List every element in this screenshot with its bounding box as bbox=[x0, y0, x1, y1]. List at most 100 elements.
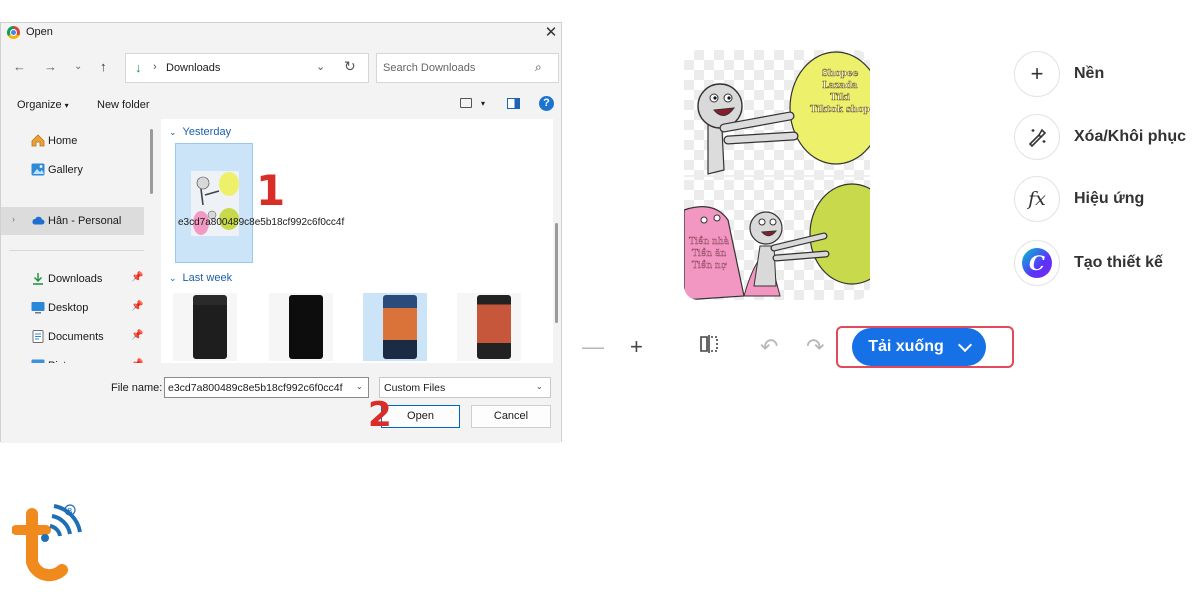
sidebar-item-label: Gallery bbox=[48, 164, 83, 176]
close-button[interactable]: ✕ bbox=[541, 23, 561, 43]
download-button-label: Tải xuống bbox=[868, 338, 944, 355]
address-dropdown-chevron-icon[interactable]: ⌄ bbox=[316, 60, 325, 73]
file-type-select[interactable]: Custom Files ⌄ bbox=[379, 377, 551, 398]
view-mode-caret-icon[interactable]: ▾ bbox=[481, 99, 485, 108]
dialog-title: Open bbox=[26, 26, 53, 38]
canva-logo-glyph: C bbox=[1022, 248, 1052, 278]
tool-erase-restore[interactable]: Xóa/Khôi phục bbox=[1014, 114, 1186, 160]
flip-icon[interactable] bbox=[698, 334, 720, 360]
phone-screenshot-thumbnail bbox=[193, 295, 227, 359]
file-item[interactable] bbox=[457, 293, 521, 361]
preview-pane-icon[interactable] bbox=[507, 98, 520, 109]
collapse-chevron-icon: ⌄ bbox=[169, 273, 177, 283]
collapse-chevron-icon: ⌄ bbox=[169, 127, 177, 137]
breadcrumb-separator: › bbox=[153, 61, 157, 73]
file-type-value: Custom Files bbox=[384, 382, 446, 394]
organize-label: Organize bbox=[17, 99, 62, 111]
back-arrow-icon[interactable]: ← bbox=[13, 59, 26, 74]
bubble-text-line: Lazada bbox=[822, 81, 858, 92]
file-name-input[interactable]: e3cd7a800489c8e5b18cf992c6f0cc4f ⌄ bbox=[164, 377, 369, 398]
zoom-out-icon[interactable]: — bbox=[582, 334, 604, 360]
sidebar-item-label: Desktop bbox=[48, 302, 89, 314]
redo-icon[interactable]: ↷ bbox=[806, 334, 824, 360]
tool-label: Nền bbox=[1074, 65, 1105, 82]
dialog-titlebar: Open ✕ bbox=[1, 23, 561, 43]
sidebar-item-downloads[interactable]: Downloads 📌 bbox=[1, 265, 144, 293]
caret-down-icon: ▾ bbox=[64, 101, 69, 110]
chrome-icon bbox=[7, 26, 20, 39]
bubble-text-line: Tiktok shop bbox=[810, 105, 870, 116]
tool-label: Xóa/Khôi phục bbox=[1074, 128, 1186, 145]
forward-arrow-icon[interactable]: → bbox=[44, 59, 57, 74]
group-header-yesterday[interactable]: ⌄ Yesterday bbox=[169, 126, 231, 138]
pink-text-line: Tiền ăn bbox=[691, 249, 727, 260]
step-2-annotation: 2 bbox=[368, 395, 392, 435]
undo-icon[interactable]: ↶ bbox=[760, 334, 778, 360]
sidebar-item-label: Downloads bbox=[48, 273, 103, 285]
navigation-pane: Home Gallery › Hân - Personal Downloads … bbox=[1, 119, 159, 372]
refresh-icon[interactable]: ↻ bbox=[344, 58, 356, 75]
pink-text-line: Tiền nợ bbox=[691, 261, 727, 272]
dropdown-chevron-icon[interactable]: ⌄ bbox=[356, 382, 363, 391]
sidebar-item-desktop[interactable]: Desktop 📌 bbox=[1, 294, 144, 322]
file-item-selected[interactable]: e3cd7a800489c8e5b18cf992c6f0cc4f bbox=[175, 143, 345, 263]
navigation-bar: ← → ⌄ ↑ ↓ › Downloads ⌄ ↻ Search Downloa… bbox=[1, 51, 561, 87]
view-mode-icon[interactable] bbox=[460, 98, 472, 108]
pin-icon: 📌 bbox=[131, 330, 144, 341]
chevron-down-icon bbox=[957, 337, 972, 352]
image-preview[interactable]: Shopee Lazada Tiki Tiktok shop Tiền nhà … bbox=[684, 50, 870, 300]
dropdown-chevron-icon: ⌄ bbox=[536, 382, 543, 391]
file-list: ⌄ Yesterday e3cd7a800489c8e5b18cf992c6f0c… bbox=[161, 119, 553, 363]
file-name-field-label: File name: bbox=[111, 382, 163, 394]
zoom-in-icon[interactable]: + bbox=[630, 334, 643, 360]
desktop-icon bbox=[31, 302, 45, 314]
group-header-last-week[interactable]: ⌄ Last week bbox=[169, 272, 232, 284]
breadcrumb-current-folder[interactable]: Downloads bbox=[166, 62, 220, 74]
sidebar-item-documents[interactable]: Documents 📌 bbox=[1, 323, 144, 351]
gallery-icon bbox=[31, 163, 45, 176]
download-button[interactable]: Tải xuống bbox=[852, 328, 986, 366]
brand-logo-icon: R bbox=[12, 504, 82, 582]
phone-screenshot-thumbnail bbox=[289, 295, 323, 359]
help-icon[interactable]: ? bbox=[539, 96, 554, 111]
phone-screenshot-thumbnail bbox=[383, 295, 417, 359]
search-input[interactable]: Search Downloads ⌕ bbox=[376, 53, 559, 83]
bubble-text-line: Tiki bbox=[830, 93, 850, 104]
step-1-annotation: 1 bbox=[256, 166, 286, 215]
up-arrow-icon[interactable]: ↑ bbox=[100, 59, 107, 74]
svg-text:R: R bbox=[68, 507, 73, 515]
home-icon bbox=[31, 134, 45, 147]
new-folder-button[interactable]: New folder bbox=[97, 99, 150, 111]
recent-locations-chevron-icon[interactable]: ⌄ bbox=[74, 61, 82, 72]
sidebar-item-label: Hân - Personal bbox=[48, 215, 122, 227]
sidebar-item-label: Home bbox=[48, 135, 78, 147]
organize-button[interactable]: Organize ▾ bbox=[17, 99, 69, 111]
download-icon: ↓ bbox=[135, 60, 142, 75]
group-label: Yesterday bbox=[182, 126, 232, 138]
bubble-text: Shopee Lazada Tiki Tiktok shop bbox=[808, 68, 870, 116]
documents-icon bbox=[32, 330, 44, 343]
file-name-label: e3cd7a800489c8e5b18cf992c6f0cc4f bbox=[178, 217, 345, 228]
sidebar-item-gallery[interactable]: Gallery bbox=[1, 156, 144, 184]
file-list-scrollbar[interactable] bbox=[555, 223, 558, 323]
file-name-value: e3cd7a800489c8e5b18cf992c6f0cc4f bbox=[168, 382, 343, 394]
file-item[interactable] bbox=[173, 293, 237, 361]
tool-create-design[interactable]: C Tạo thiết kế bbox=[1014, 240, 1163, 286]
tool-label: Hiệu ứng bbox=[1074, 190, 1145, 207]
expand-chevron-icon[interactable]: › bbox=[12, 214, 15, 224]
sidebar-divider bbox=[9, 250, 144, 251]
phone-screenshot-thumbnail bbox=[477, 295, 511, 359]
open-button[interactable]: Open bbox=[381, 405, 460, 428]
pin-icon: 📌 bbox=[131, 301, 144, 312]
tool-background[interactable]: + Nền bbox=[1014, 51, 1104, 97]
magic-brush-icon bbox=[1014, 114, 1060, 160]
cancel-button[interactable]: Cancel bbox=[471, 405, 551, 428]
sidebar-scrollbar[interactable] bbox=[150, 129, 153, 194]
sidebar-item-personal[interactable]: › Hân - Personal bbox=[1, 207, 144, 235]
sidebar-item-home[interactable]: Home bbox=[1, 127, 144, 155]
tool-label: Tạo thiết kế bbox=[1074, 254, 1163, 271]
tool-effects[interactable]: fx Hiệu ứng bbox=[1014, 176, 1144, 222]
file-item[interactable] bbox=[363, 293, 427, 361]
file-item[interactable] bbox=[269, 293, 333, 361]
address-bar[interactable]: ↓ › Downloads ⌄ ↻ bbox=[125, 53, 369, 83]
